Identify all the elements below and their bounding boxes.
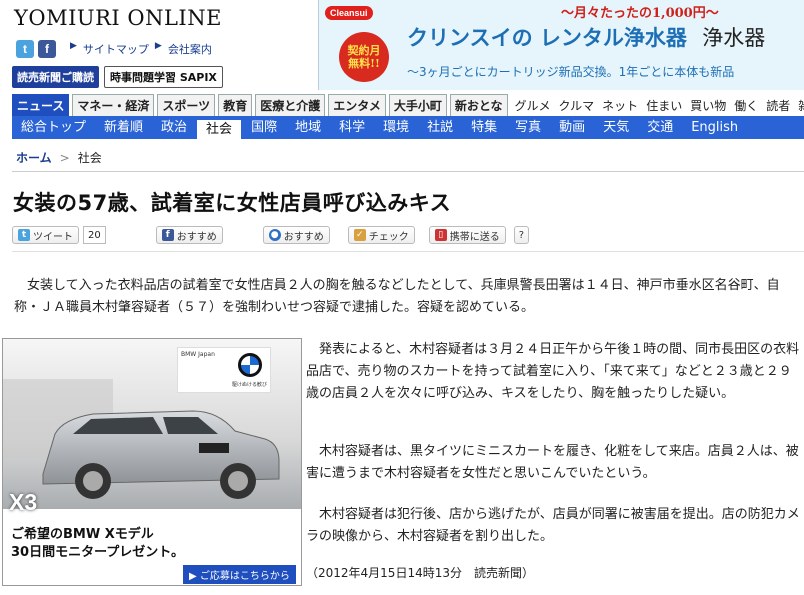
bmw-logo-icon [238,353,262,377]
subscribe-button[interactable]: 読売新聞ご購読 [12,66,99,88]
banner-ad[interactable]: Cleansui 〜月々たったの1,000円〜 契約月 無料!! クリンスイの … [318,0,804,90]
banner-offer: 〜月々たったの1,000円〜 [561,6,719,21]
facebook-icon[interactable]: f [38,40,56,58]
nav-photo[interactable]: 写真 [506,116,550,139]
nav-politics[interactable]: 政治 [152,116,196,139]
mixi-icon: ● [268,229,281,241]
send-to-mobile-button[interactable]: ▯ 携帯に送る [428,226,506,244]
ad-visual: BMW Japan 駆けぬける歓び X3 [3,339,301,515]
fb-label: おすすめ [176,231,217,243]
facebook-icon: f [161,229,174,241]
arrow-icon: ▶ [154,41,162,51]
social-links: t f ▶ サイトマップ ▶ 会社案内 [16,40,212,58]
article-dateline: （2012年4月15日14時13分 読売新聞） [306,566,534,580]
bmw-ad[interactable]: BMW Japan 駆けぬける歓び X3 ご希望のBMW Xモデル 30日間モニ… [2,338,302,586]
tab-magazine[interactable]: 雑誌 [794,95,804,116]
ad-model: X3 [9,489,38,515]
mobile-label: 携帯に送る [449,231,500,243]
header-links: ▶ サイトマップ ▶ 会社案内 [70,41,212,57]
nav-editorial[interactable]: 社説 [418,116,462,139]
ad-copy-line2: 30日間モニタープレゼント。 [11,545,185,560]
nav-weather[interactable]: 天気 [594,116,638,139]
mixi-recommend-button[interactable]: ● おすすめ [262,226,330,244]
nav-latest[interactable]: 新着順 [95,116,152,139]
bmw-brand-box: BMW Japan 駆けぬける歓び [177,347,271,393]
nav-world[interactable]: 国際 [242,116,286,139]
mobile-phone-icon: ▯ [434,229,447,241]
article-paragraph: 発表によると、木村容疑者は３月２４日正午から午後１時の間、同市長田区の衣料品店で… [306,342,800,401]
nav-region[interactable]: 地域 [286,116,330,139]
nav-feature[interactable]: 特集 [462,116,506,139]
tab-education[interactable]: 教育 [218,94,253,116]
banner-sub: 〜3ヶ月ごとにカートリッジ新品交換。1年ごとに本体も新品 [407,65,735,79]
category-tabs: ニュース マネー・経済 スポーツ 教育 医療と介護 エンタメ 大手小町 新おとな… [12,94,804,116]
sapix-button[interactable]: 時事問題学習 SAPIX [104,66,223,88]
tab-readers[interactable]: 読者 [762,95,794,116]
arrow-icon: ▶ [70,41,77,51]
tweet-button[interactable]: t ツイート [12,226,79,244]
bmw-japan-text: BMW Japan [181,351,215,358]
tab-otona[interactable]: 新おとな [449,94,508,116]
nav-english[interactable]: English [682,116,747,139]
breadcrumb-separator: > [59,150,70,165]
breadcrumb-home[interactable]: ホーム [16,149,52,166]
tab-komachi[interactable]: 大手小町 [388,94,447,116]
tab-medical[interactable]: 医療と介護 [255,94,326,116]
banner-badge: 契約月 無料!! [339,32,389,82]
tab-news[interactable]: ニュース [12,94,70,116]
nav-video[interactable]: 動画 [550,116,594,139]
facebook-recommend-button[interactable]: f おすすめ [155,226,223,244]
twitter-icon[interactable]: t [16,40,34,58]
check-label: チェック [368,231,409,243]
breadcrumb-current: 社会 [77,151,102,165]
tab-shopping[interactable]: 買い物 [686,95,730,116]
banner-headline-b: レンタル浄水器 [539,26,687,50]
breadcrumb: ホーム > 社会 [16,149,102,166]
tab-car[interactable]: クルマ [555,95,599,116]
header-buttons: 読売新聞ご購読 時事問題学習 SAPIX [12,66,223,88]
article-paragraph: 木村容疑者は犯行後、店から逃げたが、店員が同署に被害届を提出。店の防犯カメラの映… [306,507,800,544]
nav-traffic[interactable]: 交通 [638,116,682,139]
tweet-label: ツイート [33,231,73,243]
tweet-count: 20 [83,226,106,244]
section-nav: 総合トップ 新着順 政治 社会 国際 地域 科学 環境 社説 特集 写真 動画 … [12,116,804,139]
tab-sports[interactable]: スポーツ [157,94,216,116]
help-button[interactable]: ? [513,226,530,244]
company-link[interactable]: 会社案内 [168,41,212,57]
tab-work[interactable]: 働く [730,95,762,116]
twitter-bird-icon: t [18,229,30,241]
sitemap-link[interactable]: サイトマップ [83,41,149,57]
nav-society[interactable]: 社会 [196,119,243,139]
ad-apply-button[interactable]: ▶ ご応募はこちらから [183,565,296,584]
nav-top[interactable]: 総合トップ [12,116,95,139]
tab-net[interactable]: ネット [598,95,642,116]
banner-headline: クリンスイの レンタル浄水器 浄水器 [407,22,765,52]
tab-money[interactable]: マネー・経済 [72,94,155,116]
tab-housing[interactable]: 住まい [642,95,686,116]
cleansui-logo: Cleansui [325,6,373,20]
share-bar: t ツイート 20 f おすすめ ● おすすめ ✓ チェック ▯ 携帯に送る ? [12,226,530,244]
mixi-check-button[interactable]: ✓ チェック [347,226,415,244]
nav-environment[interactable]: 環境 [374,116,418,139]
check-icon: ✓ [353,229,366,241]
divider [12,251,804,252]
nav-science[interactable]: 科学 [330,116,374,139]
ad-copy-line1: ご希望のBMW Xモデル [11,527,154,542]
site-logo[interactable]: YOMIURI ONLINE [14,6,222,30]
tab-entertainment[interactable]: エンタメ [328,94,386,116]
article-paragraph: 木村容疑者は、黒タイツにミニスカートを履き、化粧をして来店。店員２人は、被害に遭… [306,444,799,481]
bmw-tagline: 駆けぬける歓び [232,382,268,388]
article-title: 女装の57歳、試着室に女性店員呼び込みキス [13,191,452,215]
article-paragraph: 女装して入った衣料品店の試着室で女性店員２人の胸を触るなどしたとして、兵庫県警長… [14,278,780,315]
mixi-label: おすすめ [283,231,324,243]
divider [12,171,804,172]
banner-headline-a: クリンスイの [407,26,533,50]
tab-gourmet[interactable]: グルメ [511,95,555,116]
banner-headline-c: 浄水器 [702,26,766,50]
